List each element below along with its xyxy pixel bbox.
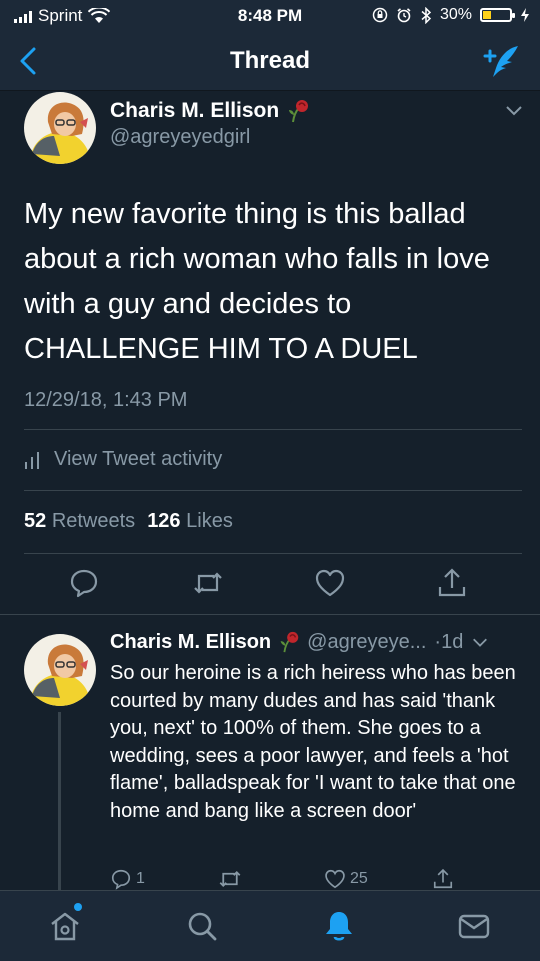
view-tweet-activity[interactable]: View Tweet activity — [24, 448, 222, 471]
retweets-label: Retweets — [51, 510, 136, 532]
reply-text: So our heroine is a rich heiress who has… — [110, 662, 516, 822]
battery-icon — [480, 8, 515, 22]
tweet-stats: 52 Retweets 126 Likes — [24, 510, 233, 533]
reply-retweet-action[interactable] — [218, 866, 242, 892]
status-bar: Sprint 8:48 PM 30% — [0, 0, 540, 32]
retweet-icon — [219, 870, 241, 888]
reply-avatar[interactable] — [24, 634, 96, 706]
rose-emoji-icon — [280, 631, 299, 653]
avatar-illustration — [24, 92, 96, 164]
alarm-icon — [397, 8, 411, 23]
reply-icon[interactable] — [68, 567, 100, 599]
nav-bar: Thread — [0, 32, 540, 91]
share-icon — [433, 868, 453, 889]
divider — [24, 429, 522, 430]
avatar-illustration — [24, 634, 96, 706]
compose-tweet-icon[interactable] — [482, 42, 522, 82]
status-right: 30% — [372, 6, 530, 24]
thread-line — [58, 712, 61, 890]
reply-header: Charis M. Ellison @agreyeye... ·1d — [110, 630, 520, 654]
rose-emoji-icon — [289, 100, 309, 123]
rotation-lock-icon — [372, 7, 388, 23]
home-icon[interactable] — [48, 909, 82, 943]
divider — [24, 553, 522, 554]
author-row: Charis M. Ellison — [110, 98, 311, 124]
reply-author-name[interactable]: Charis M. Ellison — [110, 631, 271, 654]
retweets-count: 52 — [24, 510, 47, 532]
avatar[interactable] — [24, 92, 96, 164]
tweet-timestamp: 12/29/18, 1:43 PM — [24, 389, 188, 411]
bar-chart-icon — [25, 451, 39, 469]
reply-like-action[interactable]: 25 — [324, 866, 368, 892]
page-title: Thread — [229, 47, 310, 74]
retweet-icon[interactable] — [192, 567, 224, 599]
bluetooth-icon — [421, 6, 432, 24]
reply-reply-action[interactable]: 1 — [110, 866, 145, 892]
reply-author-handle[interactable]: @agreyeye... — [307, 631, 426, 654]
author-name[interactable]: Charis M. Ellison — [110, 99, 279, 123]
messages-icon[interactable] — [457, 909, 491, 943]
reply-count: 1 — [136, 870, 145, 887]
chevron-down-icon[interactable] — [471, 633, 489, 651]
like-icon[interactable] — [314, 567, 346, 599]
reply-share-action[interactable] — [432, 866, 454, 892]
like-icon — [325, 869, 345, 889]
likes-stat[interactable]: 126 Likes — [147, 510, 233, 533]
search-icon[interactable] — [185, 909, 219, 943]
home-notification-dot — [74, 903, 82, 911]
notifications-icon[interactable] — [322, 909, 356, 943]
tab-bar — [0, 890, 540, 961]
charging-icon — [521, 8, 529, 22]
likes-label: Likes — [186, 510, 233, 532]
like-count: 25 — [350, 870, 368, 887]
section-separator — [0, 614, 540, 615]
reply-icon — [111, 869, 131, 890]
author-handle[interactable]: @agreyeyedgirl — [110, 126, 250, 149]
activity-label: View Tweet activity — [54, 448, 223, 470]
chevron-down-icon[interactable] — [504, 100, 524, 120]
divider — [24, 490, 522, 491]
retweets-stat[interactable]: 52 Retweets — [24, 510, 135, 533]
reply-time: ·1d — [434, 630, 464, 653]
tweet-text: My new favorite thing is this ballad abo… — [24, 198, 490, 365]
likes-count: 126 — [147, 510, 181, 532]
share-icon[interactable] — [436, 567, 468, 599]
tweet-header: Charis M. Ellison @agreyeyedgirl — [24, 92, 524, 164]
battery-percent: 30% — [439, 6, 472, 23]
